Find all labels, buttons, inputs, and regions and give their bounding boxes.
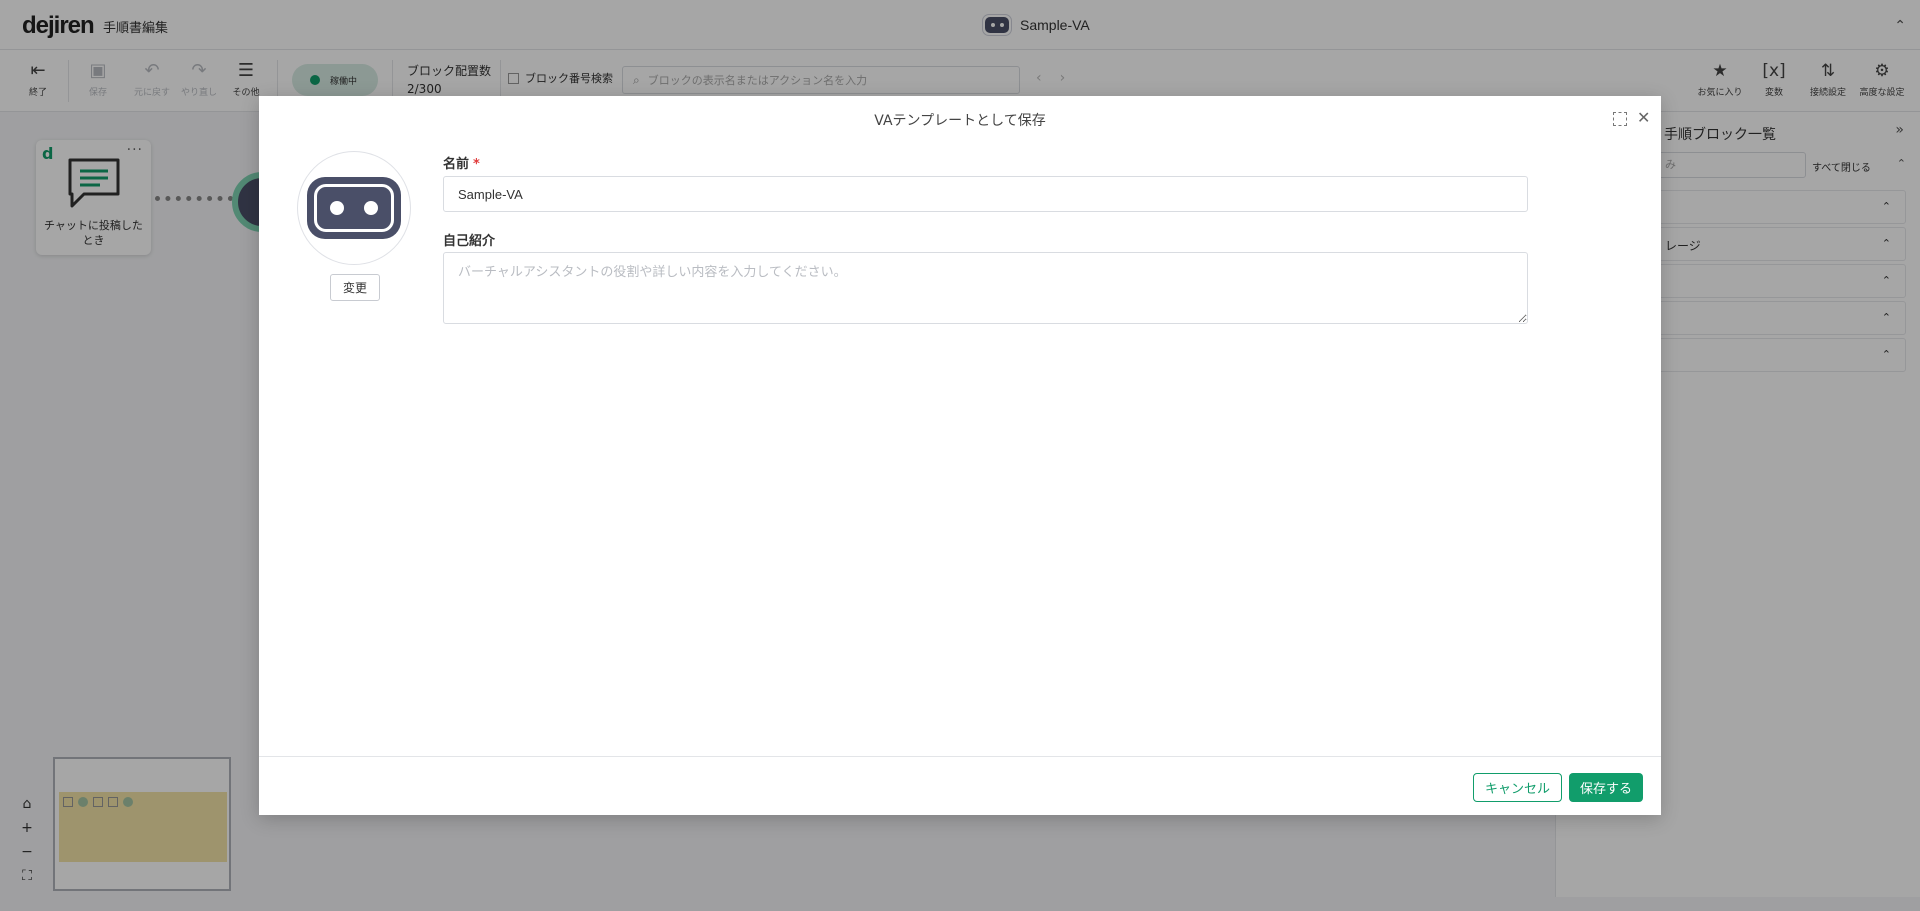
name-field-label: 名前 * (443, 153, 480, 172)
save-template-dialog: VAテンプレートとして保存 ✕ 変更 名前* 自己紹介 キャンセル 保存する (259, 96, 1661, 815)
name-label-text: 名前 (443, 157, 470, 172)
name-input[interactable] (443, 176, 1528, 212)
dialog-footer: キャンセル 保存する (259, 756, 1661, 815)
select-area-icon[interactable] (1613, 112, 1627, 126)
dialog-title: VAテンプレートとして保存 (874, 113, 1046, 129)
robot-avatar-icon (307, 177, 401, 239)
required-mark: * (473, 157, 480, 172)
save-button[interactable]: 保存する (1569, 773, 1643, 802)
cancel-button[interactable]: キャンセル (1473, 773, 1562, 802)
change-avatar-button[interactable]: 変更 (330, 274, 380, 301)
intro-textarea[interactable] (443, 252, 1528, 324)
avatar (297, 151, 411, 265)
intro-field-label: 自己紹介 (443, 234, 496, 249)
close-icon[interactable]: ✕ (1637, 108, 1650, 127)
